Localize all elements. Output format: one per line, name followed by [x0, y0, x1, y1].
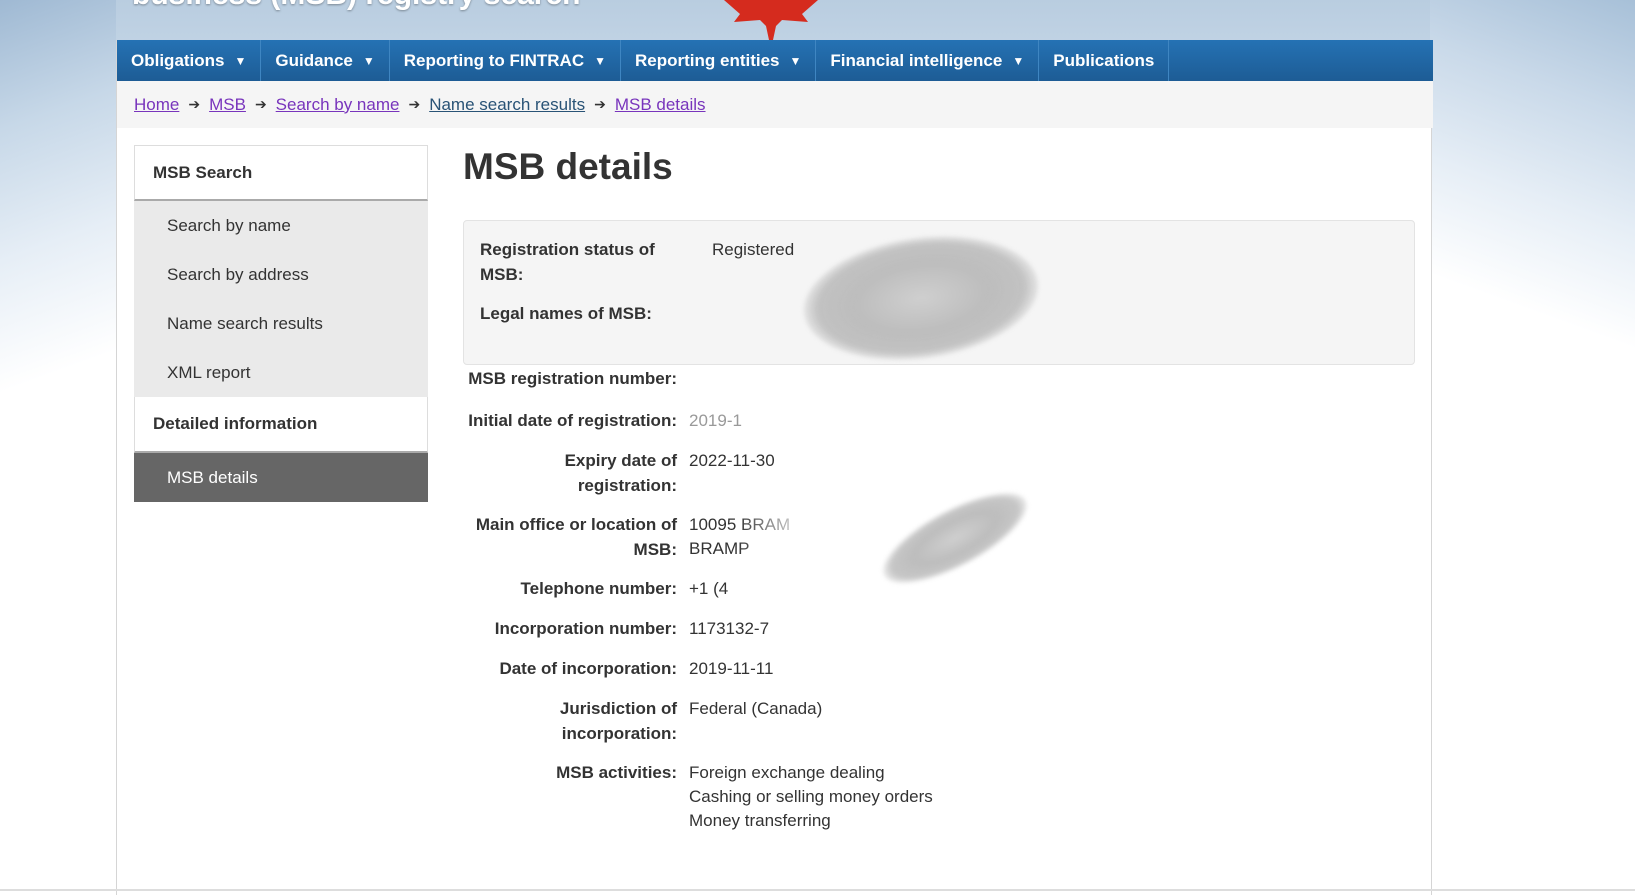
detail-value: 2019-1: [689, 411, 742, 430]
detail-value: Federal (Canada): [689, 699, 823, 718]
background-sky-right: [1430, 0, 1635, 895]
sidenav-item-name-search-results[interactable]: Name search results: [134, 299, 428, 348]
status-label: Registration status of MSB:: [480, 240, 655, 284]
breadcrumb: Home ➔ MSB ➔ Search by name ➔ Name searc…: [117, 81, 1433, 128]
menu-label: Financial intelligence: [830, 50, 1003, 70]
detail-value: +1 (4: [689, 579, 729, 598]
detail-value: 2019-11-11: [689, 659, 774, 678]
detail-label: MSB registration number:: [468, 369, 677, 388]
arrow-right-icon: ➔: [188, 96, 201, 112]
arrow-right-icon: ➔: [254, 96, 267, 112]
detail-label: Date of incorporation:: [499, 659, 677, 678]
detail-label: MSB activities:: [556, 763, 677, 782]
detail-label: Initial date of registration:: [468, 411, 677, 430]
detail-label: Jurisdiction of incorporation:: [559, 699, 677, 743]
redaction-fade: [737, 506, 897, 566]
sidenav-item-msb-details[interactable]: MSB details: [134, 453, 428, 502]
sidenav-item-search-by-address[interactable]: Search by address: [134, 250, 428, 299]
menu-reporting-entities[interactable]: Reporting entities ▼: [621, 40, 817, 81]
side-navigation: MSB Search Search by name Search by addr…: [134, 145, 428, 502]
detail-label: Main office or location of MSB:: [475, 515, 677, 559]
activity-item: Foreign exchange dealing: [689, 763, 885, 782]
breadcrumb-search-by-name[interactable]: Search by name: [276, 95, 400, 115]
maple-leaf-icon: [724, 0, 818, 40]
activity-item: Cashing or selling money orders: [689, 787, 933, 806]
sidenav-item-xml-report[interactable]: XML report: [134, 348, 428, 397]
menu-label: Reporting to FINTRAC: [403, 50, 585, 70]
detail-value: 2022-11-30: [689, 451, 775, 470]
activity-item: Money transferring: [689, 811, 831, 830]
menu-label: Reporting entities: [635, 50, 780, 70]
legal-names-label: Legal names of MSB:: [480, 304, 652, 323]
menu-publications[interactable]: Publications: [1039, 40, 1170, 81]
chevron-down-icon: ▼: [234, 53, 247, 68]
site-banner-title: business (MSB) registry search: [132, 0, 581, 12]
menu-label: Publications: [1053, 50, 1155, 70]
footer-divider: [0, 889, 1635, 891]
breadcrumb-name-search-results[interactable]: Name search results: [429, 95, 585, 115]
sidenav-section-detailed-information: Detailed information: [134, 397, 428, 453]
main-menu: Obligations ▼ Guidance ▼ Reporting to FI…: [117, 40, 1433, 81]
menu-guidance[interactable]: Guidance ▼: [261, 40, 390, 81]
background-sky-left: [0, 0, 116, 895]
chevron-down-icon: ▼: [362, 53, 375, 68]
menu-financial-intelligence[interactable]: Financial intelligence ▼: [816, 40, 1040, 81]
detail-value: 1173132-7: [689, 619, 770, 638]
breadcrumb-home[interactable]: Home: [134, 95, 179, 115]
chevron-down-icon: ▼: [789, 53, 802, 68]
menu-obligations[interactable]: Obligations ▼: [117, 40, 262, 81]
chevron-down-icon: ▼: [1012, 53, 1025, 68]
menu-label: Guidance: [275, 50, 353, 70]
breadcrumb-msb[interactable]: MSB: [209, 95, 246, 115]
breadcrumb-msb-details[interactable]: MSB details: [615, 95, 706, 115]
menu-label: Obligations: [131, 50, 225, 70]
status-value: Registered: [712, 240, 795, 259]
chevron-down-icon: ▼: [594, 53, 606, 68]
page-title: MSB details: [463, 146, 673, 187]
detail-label: Incorporation number:: [494, 619, 677, 638]
sidenav-section-msb-search: MSB Search: [134, 145, 428, 201]
menu-reporting-to-fintrac[interactable]: Reporting to FINTRAC ▼: [390, 40, 621, 81]
sidenav-item-search-by-name[interactable]: Search by name: [134, 201, 428, 250]
arrow-right-icon: ➔: [408, 96, 421, 112]
main-container: Obligations ▼ Guidance ▼ Reporting to FI…: [116, 40, 1433, 895]
detail-label: Telephone number:: [520, 579, 677, 598]
detail-label: Expiry date of registration:: [564, 451, 677, 495]
arrow-right-icon: ➔: [594, 96, 606, 112]
